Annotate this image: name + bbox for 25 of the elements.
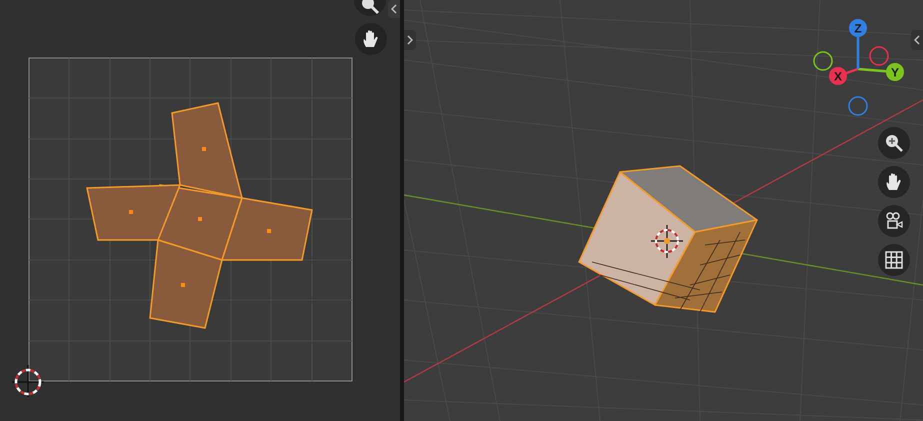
- cursor-crosshair-icon: [11, 364, 45, 398]
- axis-button[interactable]: X: [829, 67, 847, 85]
- zoom-icon: [884, 133, 904, 153]
- axis-dot[interactable]: [813, 51, 833, 71]
- axis-button[interactable]: Y: [886, 63, 904, 81]
- pan-hand-button[interactable]: [355, 23, 387, 55]
- collapse-tab[interactable]: [388, 0, 400, 18]
- cursor-crosshair-icon: [650, 224, 684, 259]
- movie-camera-icon: [884, 211, 904, 231]
- expand-tab[interactable]: [404, 30, 416, 50]
- chevron-right-icon: [407, 35, 413, 45]
- zoom-button[interactable]: [878, 127, 910, 159]
- camera-button[interactable]: [878, 205, 910, 237]
- chevron-left-icon: [914, 35, 920, 45]
- uv-island-drawing[interactable]: [86, 102, 313, 329]
- sidebar-tab[interactable]: [911, 30, 923, 50]
- zoom-icon: [360, 0, 380, 15]
- axis-dot[interactable]: [848, 96, 868, 116]
- chevron-left-icon: [391, 4, 397, 14]
- cube-drawing[interactable]: [578, 165, 758, 313]
- grid-view-button[interactable]: [878, 244, 910, 276]
- axis-dot[interactable]: [869, 46, 889, 66]
- pan-hand-button[interactable]: [878, 166, 910, 198]
- axis-button[interactable]: Z: [849, 19, 867, 37]
- grid-icon: [884, 250, 904, 270]
